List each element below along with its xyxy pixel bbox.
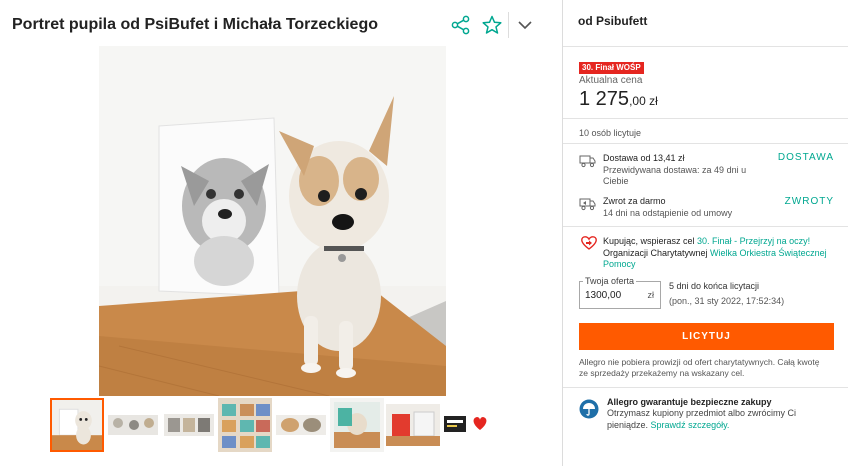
product-gallery-panel: Portret pupila od PsiBufet i Michała Tor…: [0, 0, 562, 466]
thumbnail-4[interactable]: [218, 398, 272, 452]
charity-info: Kupując, wspierasz cel 30. Finał - Przej…: [603, 236, 838, 271]
divider: [563, 46, 848, 47]
purchase-panel: od Psibufett 30. Finał WOŚP Aktualna cen…: [563, 0, 848, 466]
wosp-badge: 30. Finał WOŚP: [579, 62, 644, 74]
main-product-photo[interactable]: [99, 46, 446, 396]
thumbnail-6[interactable]: [330, 398, 384, 452]
bidders-count: 10 osób licytuje: [579, 128, 642, 138]
divider: [563, 143, 848, 144]
returns-link[interactable]: ZWROTY: [785, 196, 834, 207]
price-whole: 1 275: [579, 88, 630, 110]
thumbnail-2[interactable]: [106, 398, 160, 452]
return-icon: [579, 197, 597, 211]
truck-icon: [579, 154, 597, 168]
thumbnail-5[interactable]: [274, 398, 328, 452]
charity-prefix: Kupując, wspierasz cel: [603, 236, 698, 246]
thumbnail-7[interactable]: [386, 398, 440, 452]
delivery-title: Dostawa od 13,41 zł: [603, 153, 685, 163]
star-icon[interactable]: [481, 14, 503, 36]
delivery-link[interactable]: DOSTAWA: [778, 152, 834, 163]
thumbnail-8[interactable]: [442, 398, 496, 452]
returns-sub: 14 dni na odstąpienie od umowy: [603, 208, 733, 218]
divider: [563, 226, 848, 227]
thumbnail-1[interactable]: [50, 398, 104, 452]
share-icon[interactable]: [450, 14, 472, 36]
auction-time-left: 5 dni do końca licytacji: [669, 281, 760, 291]
umbrella-shield-icon: [579, 399, 599, 419]
header-divider: [508, 12, 509, 38]
guarantee-text: Otrzymasz kupiony przedmiot albo zwrócim…: [607, 408, 837, 431]
returns-title: Zwrot za darmo: [603, 196, 666, 206]
seller-name[interactable]: od Psibufett: [578, 14, 647, 28]
page-title: Portret pupila od PsiBufet i Michała Tor…: [12, 16, 378, 33]
charity-goal-link[interactable]: 30. Finał - Przejrzyj na oczy!: [697, 236, 810, 246]
heart-icon: [581, 236, 597, 250]
bid-currency: zł: [647, 290, 655, 300]
thumbnail-3[interactable]: [162, 398, 216, 452]
price-label: Aktualna cena: [579, 75, 643, 86]
charity-org-prefix: Organizacji Charytatywnej: [603, 247, 711, 258]
divider: [563, 118, 848, 119]
divider: [563, 387, 848, 388]
chevron-down-icon[interactable]: [514, 14, 536, 36]
bid-button[interactable]: LICYTUJ: [579, 323, 834, 350]
guarantee-details-link[interactable]: Sprawdź szczegóły.: [651, 420, 730, 430]
delivery-estimate: Przewidywana dostawa: za 49 dni u Ciebie: [603, 165, 747, 186]
commission-note: Allegro nie pobiera prowizji od ofert ch…: [579, 357, 820, 378]
auction-end-time: (pon., 31 sty 2022, 17:52:34): [669, 296, 785, 306]
bid-field-label: Twoja oferta: [583, 276, 637, 286]
guarantee-title: Allegro gwarantuje bezpieczne zakupy: [607, 397, 772, 407]
current-price: 1 275,00 zł: [579, 88, 658, 111]
price-fraction: ,00 zł: [629, 94, 658, 108]
bid-amount-value[interactable]: 1300,00: [585, 290, 621, 301]
